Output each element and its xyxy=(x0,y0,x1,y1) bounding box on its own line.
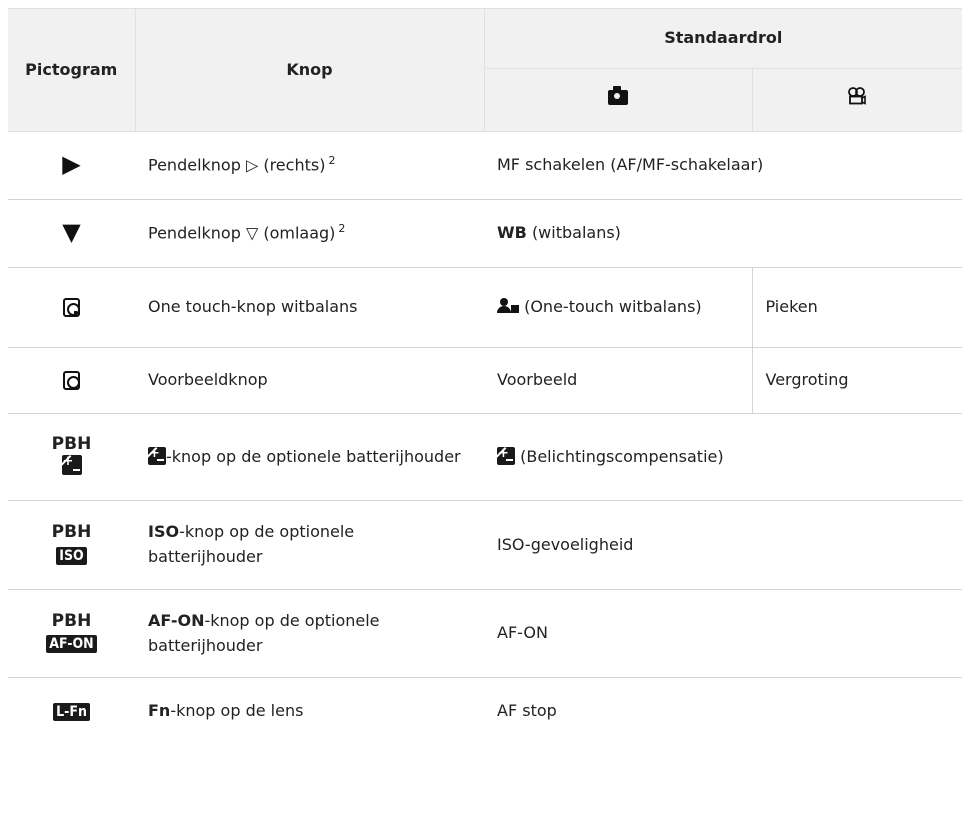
footnote-ref: 2 xyxy=(328,154,336,168)
pictogram-cell: ▶ xyxy=(8,131,135,200)
role-text: (Belichtingscompensatie) xyxy=(520,446,724,466)
exposure-compensation-icon xyxy=(137,444,166,467)
table-row: PBH AF-ON AF-ON-knop op de optionele bat… xyxy=(8,589,962,678)
knop-cell: Pendelknop ▽ (omlaag) 2 xyxy=(135,199,484,268)
knop-bold: ISO xyxy=(148,522,180,542)
knop-label: -knop op de optionele batterijhouder xyxy=(166,446,461,466)
pictogram-cell: PBH ISO xyxy=(8,500,135,590)
table-row: Voorbeeldknop Voorbeeld Vergroting xyxy=(8,347,962,414)
knop-cell: One touch-knop witbalans xyxy=(135,267,484,348)
knop-label: -knop op de optionele batterijhouder xyxy=(148,522,355,566)
preview-button-icon xyxy=(63,371,80,391)
role-cell: ISO-gevoeligheid xyxy=(484,500,962,590)
pictogram-cell: PBH xyxy=(8,413,135,501)
knop-cell: ISO-knop op de optionele batterijhouder xyxy=(135,500,484,590)
role-cell: AF-ON xyxy=(484,589,962,678)
pictogram-cell xyxy=(8,267,135,348)
header-knop: Knop xyxy=(134,8,485,132)
header-standaardrol: Standaardrol xyxy=(483,8,962,69)
one-touch-wb-icon xyxy=(497,298,519,314)
right-triangle-icon: ▶ xyxy=(62,149,81,178)
table-row: ▶ Pendelknop ▷ (rechts) 2 MF schakelen (A… xyxy=(8,131,962,200)
knop-label: -knop op de lens xyxy=(170,700,304,720)
role-video-cell: Vergroting xyxy=(752,347,962,414)
movie-camera-icon xyxy=(848,87,867,105)
header-photo xyxy=(483,68,753,132)
table-row: One touch-knop witbalans (One-touch witb… xyxy=(8,267,962,348)
pictogram-cell: ▼ xyxy=(8,199,135,268)
role-text: (One-touch witbalans) xyxy=(524,297,702,317)
role-cell: (Belichtingscompensatie) xyxy=(484,413,962,501)
knop-cell: Voorbeeldknop xyxy=(135,347,484,414)
knop-bold: AF-ON xyxy=(148,610,205,630)
role-photo-cell: (One-touch witbalans) xyxy=(484,267,753,348)
table-row: L-Fn Fn-knop op de lens AF stop xyxy=(8,677,962,745)
one-touch-wb-button-icon xyxy=(63,298,80,318)
knop-cell: Pendelknop ▷ (rechts) 2 xyxy=(135,131,484,200)
knop-label: Pendelknop ▷ (rechts) xyxy=(148,155,326,175)
exposure-compensation-icon xyxy=(51,452,82,475)
knop-bold: Fn xyxy=(148,700,171,720)
table-row: PBH ISO ISO-knop op de optionele batteri… xyxy=(8,500,962,590)
role-cell: AF stop xyxy=(484,677,962,745)
role-cell: MF schakelen (AF/MF-schakelaar) xyxy=(484,131,962,200)
pbh-label: PBH xyxy=(51,610,92,631)
role-cell: WB (witbalans) xyxy=(484,199,962,268)
button-functions-table: Pictogram Knop Standaardrol ▶ Pendelknop… xyxy=(8,8,962,745)
knop-cell: -knop op de optionele batterijhouder xyxy=(135,413,484,501)
pictogram-cell: PBH AF-ON xyxy=(8,589,135,678)
knop-cell: AF-ON-knop op de optionele batterijhoude… xyxy=(135,589,484,678)
role-photo-cell: Voorbeeld xyxy=(484,347,753,414)
role-bold: WB xyxy=(497,223,527,243)
pictogram-cell xyxy=(8,347,135,414)
camera-icon xyxy=(608,85,628,105)
down-triangle-icon: ▼ xyxy=(62,217,81,246)
table-row: PBH -knop op de optionele batterijhouder… xyxy=(8,413,962,501)
pbh-label: PBH xyxy=(51,522,92,543)
footnote-ref: 2 xyxy=(338,222,346,236)
header-video xyxy=(751,68,962,132)
role-video-cell: Pieken xyxy=(752,267,962,348)
pictogram-cell: L-Fn xyxy=(8,677,135,745)
exposure-compensation-icon xyxy=(486,444,515,467)
knop-label: Pendelknop ▽ (omlaag) xyxy=(148,223,336,243)
table-row: ▼ Pendelknop ▽ (omlaag) 2 WB (witbalans) xyxy=(8,199,962,268)
af-on-badge-icon: AF-ON xyxy=(46,635,97,654)
knop-cell: Fn-knop op de lens xyxy=(135,677,484,745)
header-pictogram: Pictogram xyxy=(8,8,136,132)
iso-badge-icon: ISO xyxy=(56,546,87,565)
role-text: (witbalans) xyxy=(531,223,621,243)
l-fn-badge-icon: L-Fn xyxy=(53,702,90,721)
